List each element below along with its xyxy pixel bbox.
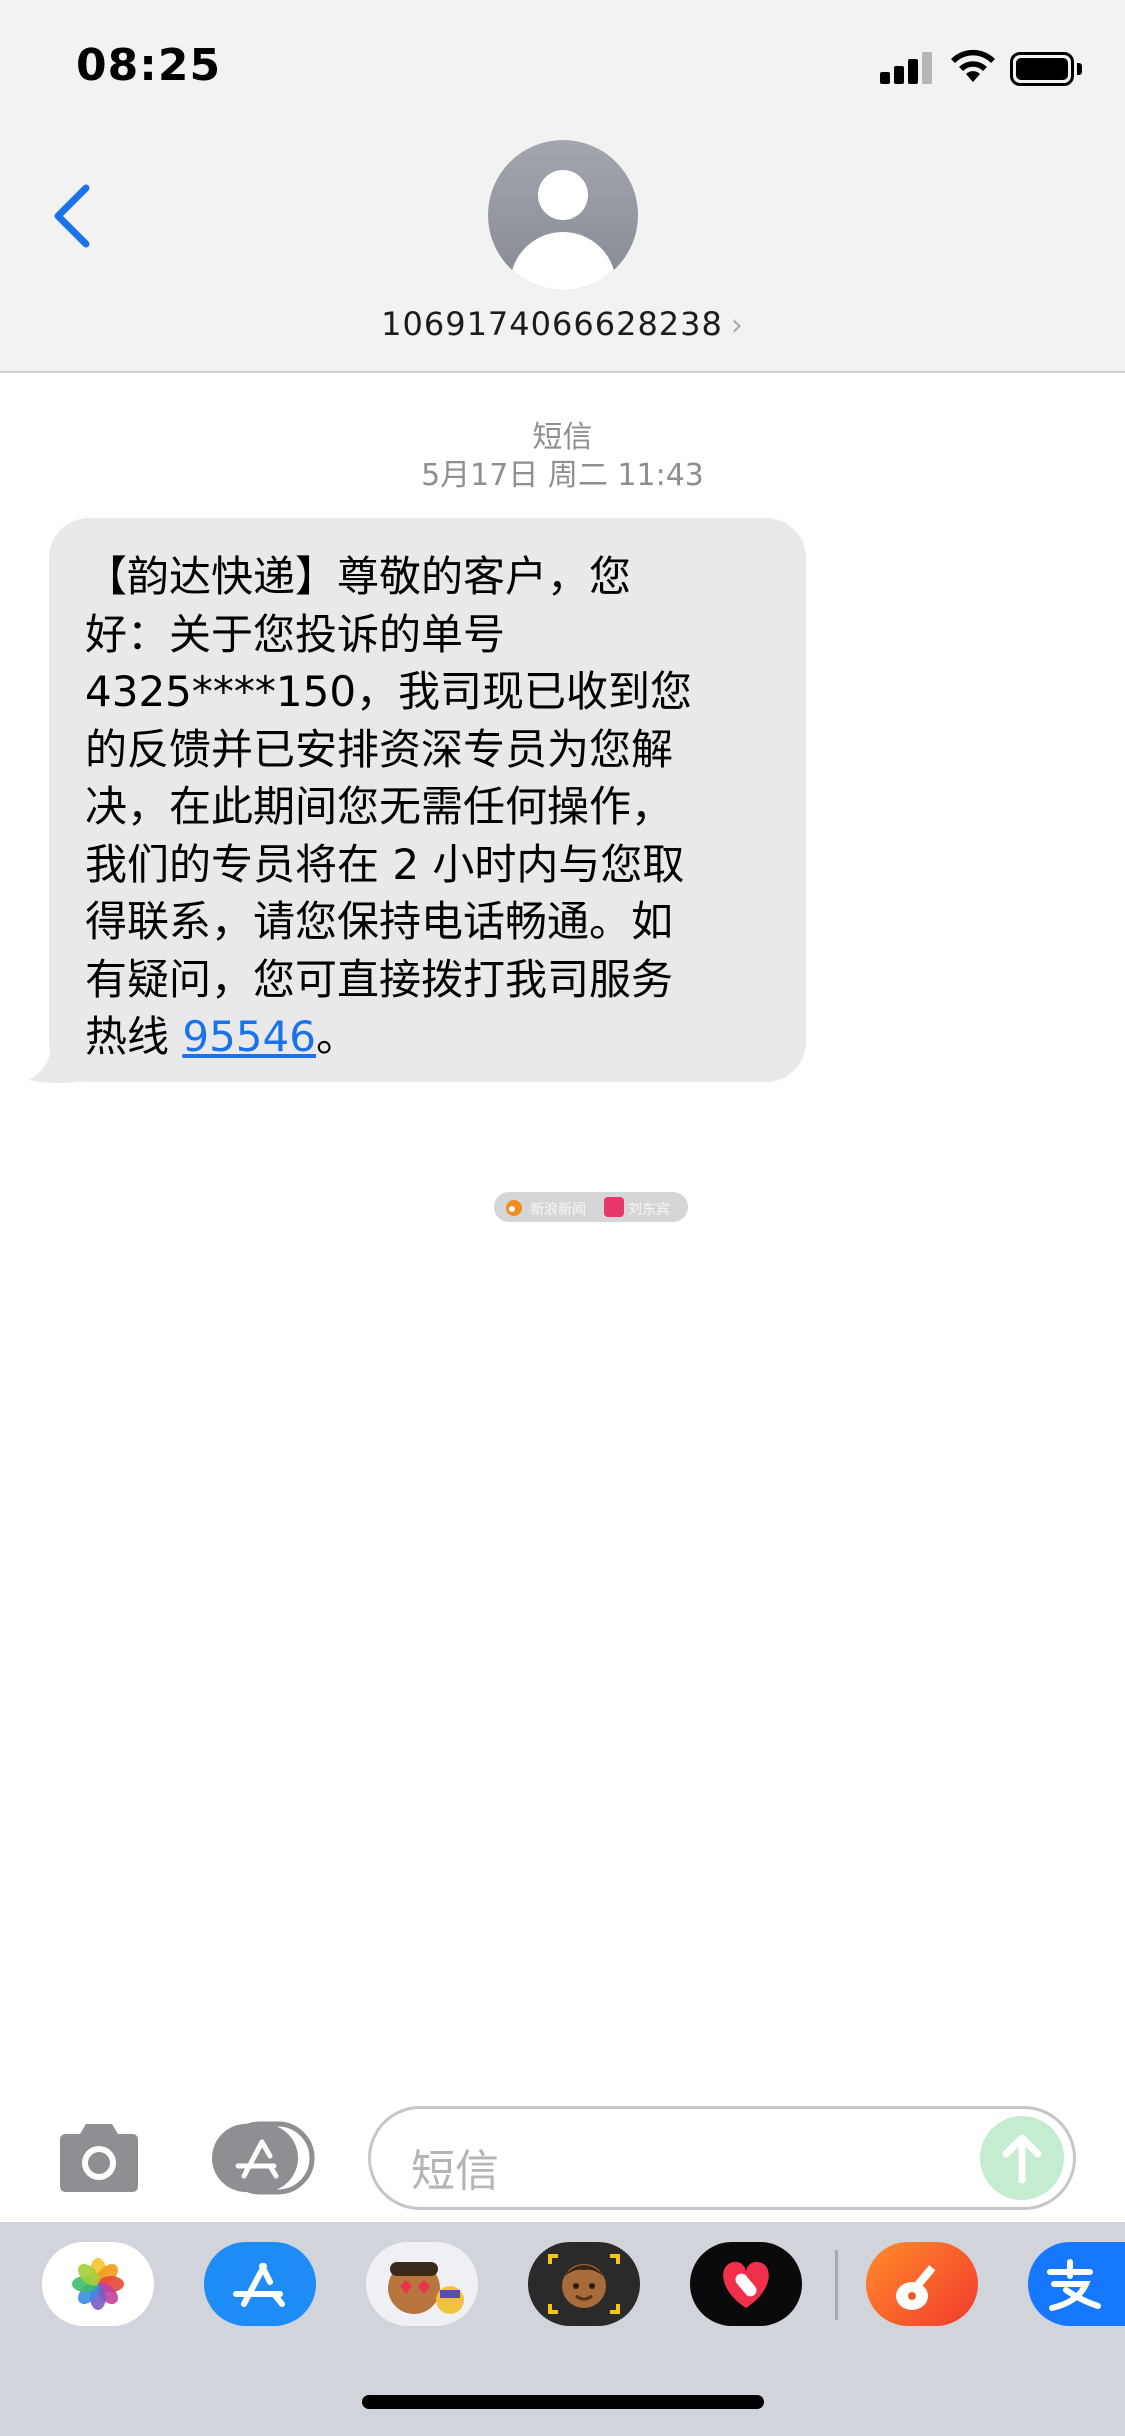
- back-button[interactable]: [42, 178, 102, 254]
- watermark: 新浪新闻 刘东宾: [494, 1192, 688, 1222]
- message-body: 【韵达快递】尊敬的客户，您 好：关于您投诉的单号 4325****150，我司现…: [85, 548, 776, 1066]
- person-icon: [538, 170, 588, 220]
- drawer-divider: [835, 2250, 838, 2320]
- phone-number-link[interactable]: 95546: [182, 1012, 316, 1061]
- wifi-icon: [951, 49, 995, 82]
- message-bubble[interactable]: 【韵达快递】尊敬的客户，您 好：关于您投诉的单号 4325****150，我司现…: [49, 518, 806, 1082]
- message-trailing: 。: [315, 1012, 358, 1061]
- weibo-logo-icon: [604, 1197, 624, 1217]
- garageband-app-icon[interactable]: [866, 2242, 978, 2326]
- message-input[interactable]: 短信: [368, 2106, 1076, 2210]
- contact-avatar[interactable]: [488, 140, 638, 290]
- home-indicator[interactable]: [362, 2395, 764, 2409]
- chevron-right-icon: ›: [730, 308, 744, 343]
- send-button[interactable]: [980, 2116, 1064, 2200]
- message-timestamp: 5月17日 周二 11:43: [421, 458, 704, 493]
- message-text: 【韵达快递】尊敬的客户，您 好：关于您投诉的单号 4325****150，我司现…: [85, 552, 693, 1061]
- animoji-icon[interactable]: [528, 2242, 640, 2326]
- camera-button[interactable]: [52, 2120, 146, 2196]
- conversation-header: 08:25 1069174066628238 ›: [0, 0, 1125, 373]
- message-input-placeholder: 短信: [411, 2146, 499, 2197]
- contact-number: 1069174066628238: [381, 305, 723, 343]
- digital-touch-heart-icon[interactable]: [690, 2242, 802, 2326]
- memoji-stickers-icon[interactable]: [366, 2242, 478, 2326]
- status-bar-time: 08:25: [76, 40, 222, 91]
- app-store-app-icon[interactable]: [204, 2242, 316, 2326]
- contact-name-button[interactable]: 1069174066628238 ›: [0, 305, 1125, 343]
- watermark-right-text: 刘东宾: [628, 1202, 670, 1218]
- alipay-app-icon[interactable]: [1028, 2242, 1125, 2326]
- watermark-left-text: 新浪新闻: [530, 1202, 586, 1218]
- photos-app-icon[interactable]: [42, 2242, 154, 2326]
- cellular-signal-icon: [880, 52, 934, 84]
- sina-logo-icon: [506, 1200, 522, 1216]
- battery-icon: [1010, 52, 1082, 86]
- app-store-button[interactable]: [208, 2120, 320, 2196]
